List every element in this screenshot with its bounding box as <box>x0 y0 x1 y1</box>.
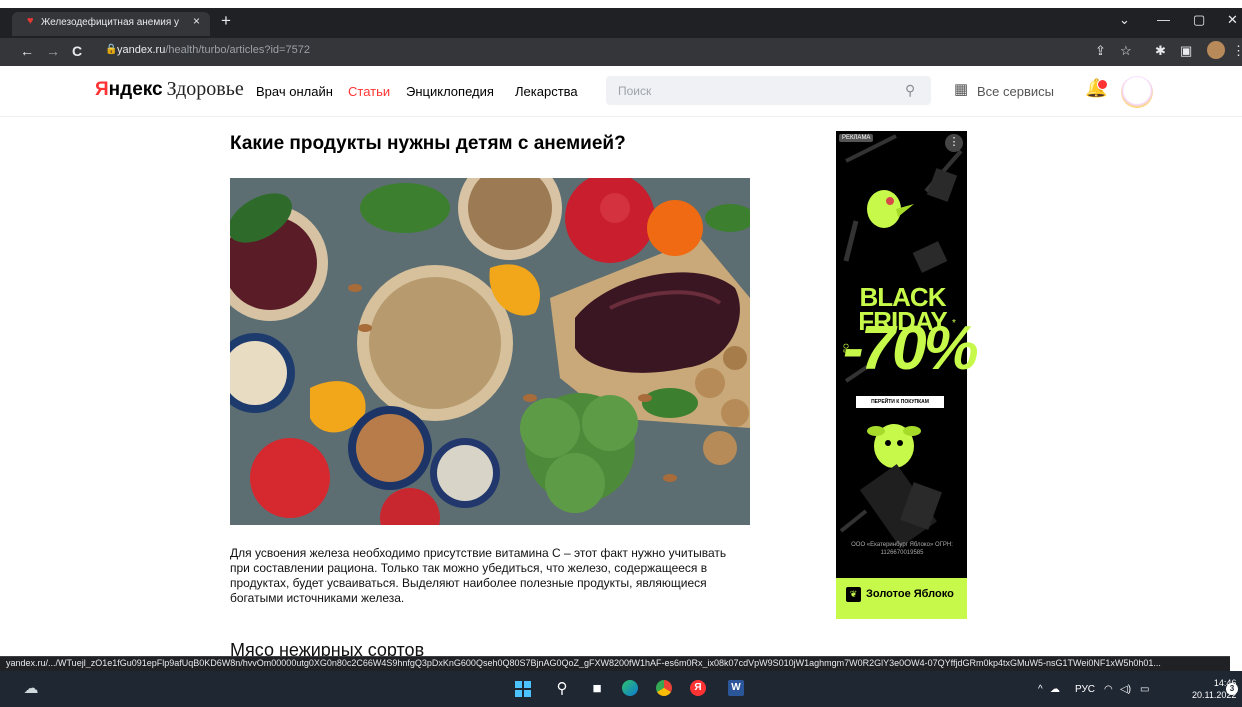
tray-arrow-icon[interactable]: ^ <box>1038 684 1043 695</box>
windows-start-icon[interactable] <box>514 680 532 698</box>
share-icon[interactable]: ⇪ <box>1095 43 1106 59</box>
ad-brand: Золотое Яблоко <box>866 588 954 600</box>
tab-close-icon[interactable]: × <box>193 14 200 28</box>
site-logo[interactable]: Яндекс Здоровье <box>95 78 244 101</box>
minimize-icon[interactable]: — <box>1157 12 1170 27</box>
search-placeholder: Поиск <box>618 84 652 98</box>
lock-icon: 🔒 <box>105 44 118 55</box>
nav-medicines[interactable]: Лекарства <box>515 84 578 99</box>
volume-icon[interactable]: ◁) <box>1120 684 1131 695</box>
tray-app-icon[interactable]: ☁ <box>1050 684 1060 695</box>
search-input[interactable] <box>606 76 931 105</box>
edge-icon[interactable] <box>622 680 640 698</box>
browser-menu-icon[interactable]: ⋮ <box>1232 43 1242 59</box>
url-host: yandex.ru <box>117 44 166 56</box>
side-panel-icon[interactable]: ▣ <box>1180 43 1192 59</box>
tab-title: Железодефицитная анемия у д <box>41 17 181 28</box>
nav-articles[interactable]: Статьи <box>348 84 390 99</box>
teams-chat-icon[interactable]: ■ <box>588 680 606 698</box>
article-heading: Какие продукты нужны детям с анемией? <box>230 133 626 154</box>
logo-ya: Я <box>95 79 109 100</box>
chrome-icon[interactable] <box>656 680 674 698</box>
ad-menu-icon[interactable]: ⋮ <box>945 134 963 152</box>
food-photo-illustration <box>230 178 750 525</box>
logo-yandex: ндекс <box>108 79 163 100</box>
url-path: /health/turbo/articles?id=7572 <box>165 44 310 56</box>
yandex-browser-icon[interactable]: Я <box>690 680 708 698</box>
ad-legal: ООО «Екатеринбург Яблоко» ОГРН: 11266700… <box>851 542 953 556</box>
services-grid-icon[interactable]: ▦ <box>954 80 968 98</box>
word-icon[interactable]: W <box>728 680 746 698</box>
new-tab-button[interactable]: + <box>221 11 231 31</box>
all-services-link[interactable]: Все сервисы <box>977 84 1054 99</box>
nav-encyclopedia[interactable]: Энциклопедия <box>406 84 494 99</box>
back-icon[interactable]: ← <box>20 43 34 59</box>
status-url: yandex.ru/.../WTuejl_zO1e1fGu091epFlp9af… <box>6 658 1161 668</box>
extensions-icon[interactable]: ✱ <box>1155 43 1166 59</box>
brand-logo-icon: ❦ <box>846 587 861 602</box>
language-indicator[interactable]: РУС <box>1075 684 1095 695</box>
nav-doctor-online[interactable]: Врач онлайн <box>256 84 333 99</box>
wifi-icon[interactable]: ◠ <box>1104 684 1113 695</box>
screen-top-strip <box>0 0 1242 8</box>
notification-count[interactable]: 3 <box>1226 683 1238 695</box>
header-divider <box>0 116 1242 117</box>
ad-star: * <box>952 318 956 329</box>
reload-icon[interactable]: C <box>72 43 82 59</box>
user-avatar[interactable] <box>1121 76 1153 108</box>
search-icon[interactable]: ⚲ <box>905 82 915 99</box>
url-text[interactable]: yandex.ru/health/turbo/articles?id=7572 <box>117 44 310 56</box>
browser-profile-avatar[interactable] <box>1207 41 1225 59</box>
bookmark-star-icon[interactable]: ☆ <box>1120 43 1132 59</box>
windows-logo <box>515 681 531 697</box>
battery-icon[interactable]: ▭ <box>1140 684 1149 695</box>
heart-favicon-icon: ♥ <box>27 15 34 27</box>
search-taskbar-icon[interactable]: ⚲ <box>553 680 571 698</box>
tab-search-icon[interactable]: ⌄ <box>1119 12 1130 28</box>
close-window-icon[interactable]: ✕ <box>1227 12 1238 28</box>
ad-label: РЕКЛАМА <box>839 134 874 142</box>
logo-section: Здоровье <box>166 78 244 100</box>
maximize-icon[interactable]: ▢ <box>1193 12 1205 28</box>
ad-shop-button[interactable]: ПЕРЕЙТИ К ПОКУПКАМ <box>856 396 944 408</box>
forward-icon[interactable]: → <box>46 43 60 59</box>
food-photo <box>230 178 750 525</box>
article-paragraph: Для усвоения железа необходимо присутств… <box>230 546 727 605</box>
weather-icon[interactable]: ☁ <box>22 680 40 698</box>
notification-badge <box>1097 79 1108 90</box>
